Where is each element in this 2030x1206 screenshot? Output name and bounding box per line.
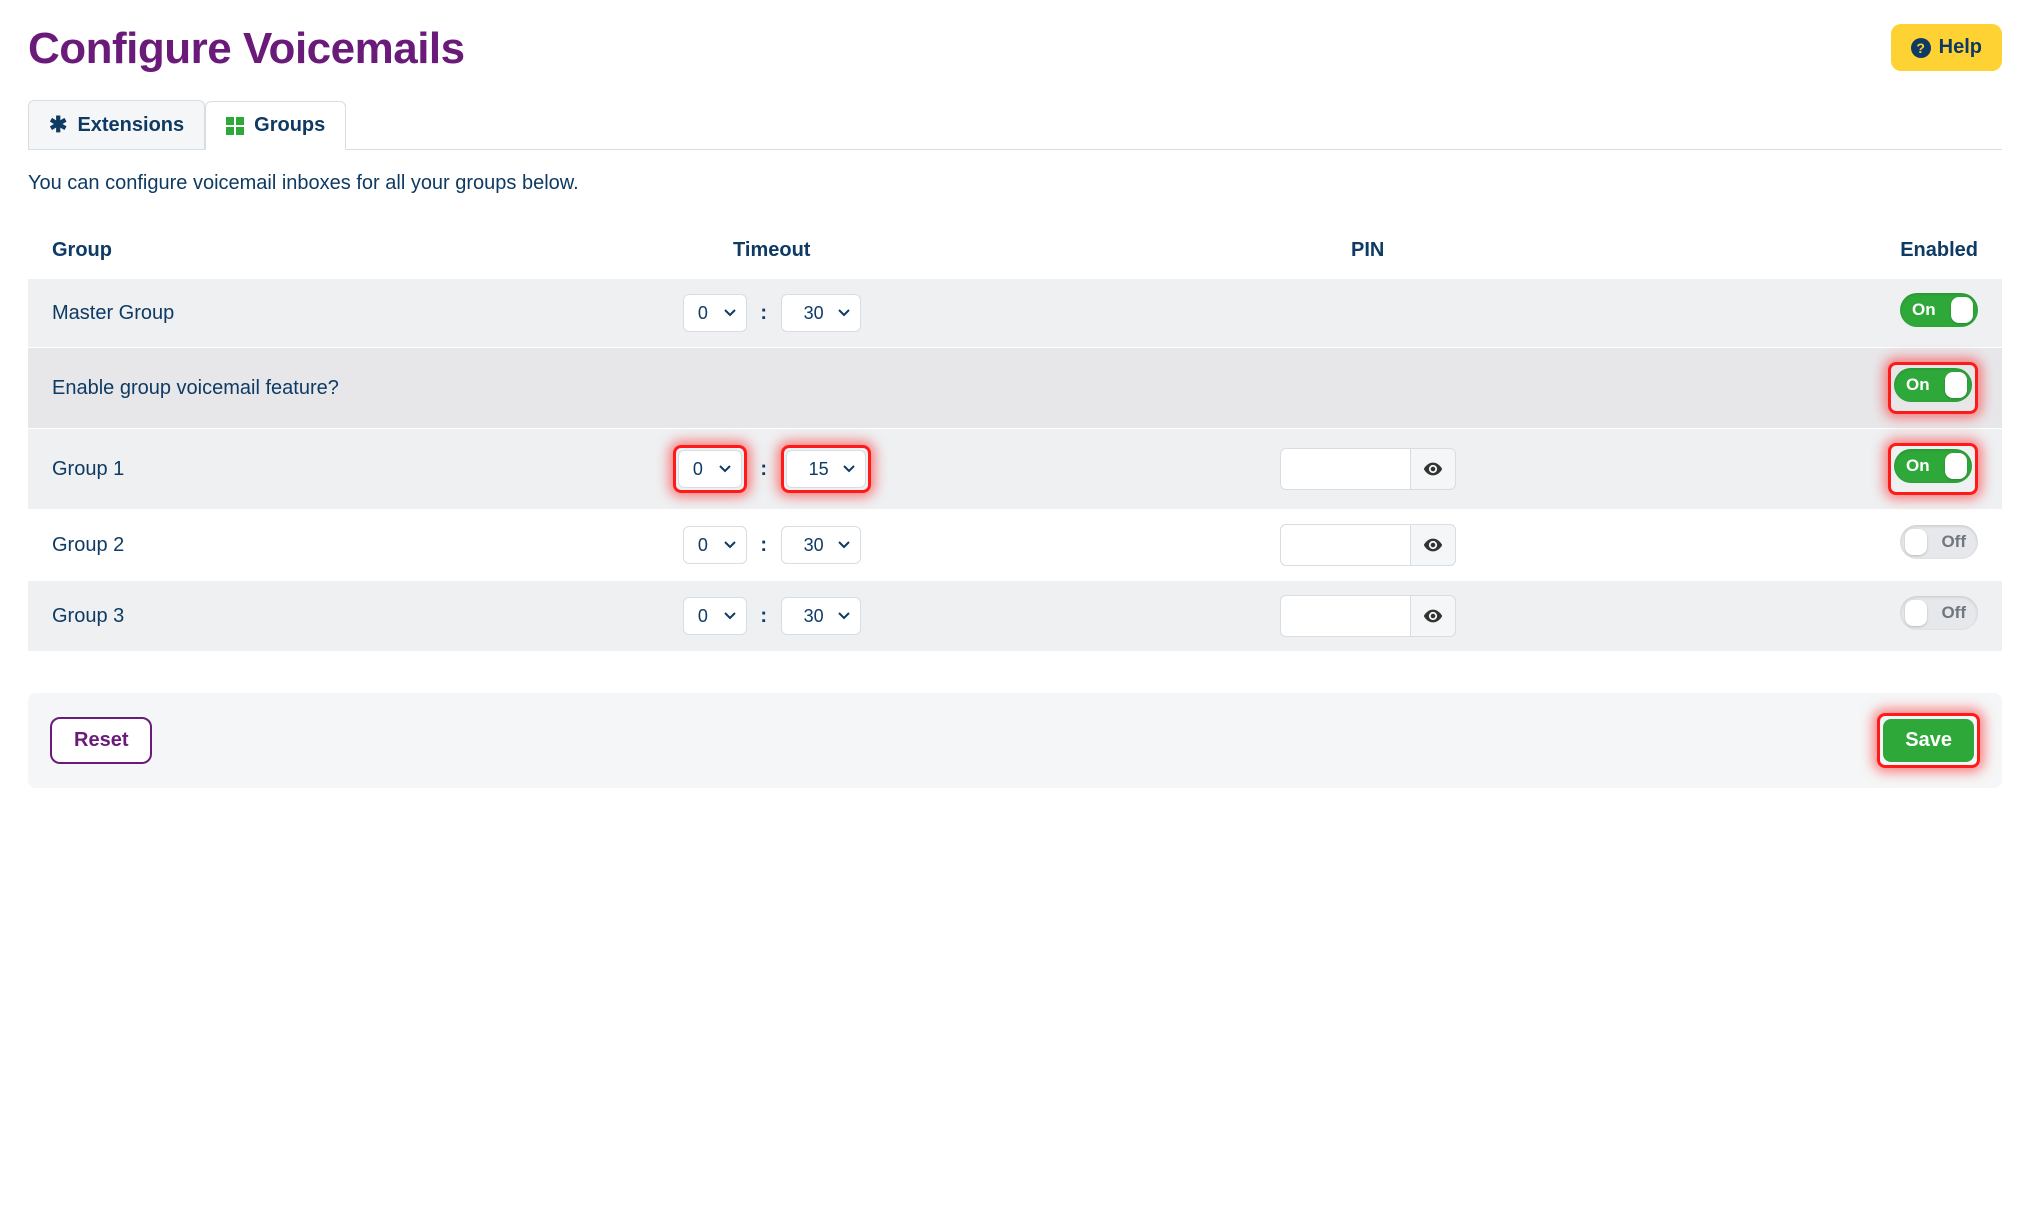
group3-timeout-sec[interactable]: 30 [781, 597, 861, 635]
row-feature: Enable group voicemail feature? On [28, 348, 2002, 429]
group2-timeout-min[interactable]: 0 [683, 526, 747, 564]
group3-pin-wrap [1280, 595, 1456, 637]
row-group-2: Group 2 0 : 30 Off [28, 510, 2002, 581]
group2-timeout-sec[interactable]: 30 [781, 526, 861, 564]
highlight-save: Save [1877, 713, 1980, 768]
eye-icon [1422, 605, 1444, 627]
row-feature-label: Enable group voicemail feature? [28, 348, 1652, 429]
highlight-group1-toggle: On [1888, 443, 1978, 495]
feature-enabled-toggle[interactable]: On [1894, 368, 1972, 402]
group3-enabled-toggle[interactable]: Off [1900, 596, 1978, 630]
toggle-label: Off [1941, 603, 1966, 623]
toggle-label: On [1912, 300, 1936, 320]
eye-icon [1422, 458, 1444, 480]
row-group-1-name: Group 1 [28, 429, 460, 510]
help-label: Help [1939, 36, 1982, 59]
group1-enabled-toggle[interactable]: On [1894, 449, 1972, 483]
group3-pin-input[interactable] [1280, 595, 1410, 637]
row-group-1: Group 1 0 : 15 [28, 429, 2002, 510]
group2-pin-reveal[interactable] [1410, 524, 1456, 566]
help-button[interactable]: ? Help [1891, 24, 2002, 71]
tabs: ✱ Extensions Groups [28, 100, 2002, 150]
group1-pin-reveal[interactable] [1410, 448, 1456, 490]
highlight-feature-toggle: On [1888, 362, 1978, 414]
row-group-2-name: Group 2 [28, 510, 460, 581]
reset-button[interactable]: Reset [50, 717, 152, 764]
eye-icon [1422, 534, 1444, 556]
group1-pin-input[interactable] [1280, 448, 1410, 490]
group3-pin-reveal[interactable] [1410, 595, 1456, 637]
colon: : [752, 302, 775, 324]
toggle-knob [1945, 372, 1967, 398]
row-group-3-name: Group 3 [28, 581, 460, 652]
row-group-3: Group 3 0 : 30 Off [28, 581, 2002, 652]
column-header-pin: PIN [1084, 223, 1652, 279]
colon: : [752, 534, 775, 556]
toggle-label: Off [1941, 532, 1966, 552]
footer-bar: Reset Save [28, 693, 2002, 788]
group1-timeout-sec[interactable]: 15 [786, 450, 866, 488]
tab-extensions-label: Extensions [77, 114, 184, 137]
tab-groups[interactable]: Groups [205, 101, 346, 150]
help-icon: ? [1911, 38, 1931, 58]
colon: : [752, 458, 775, 480]
row-master-name: Master Group [28, 279, 460, 348]
asterisk-icon: ✱ [49, 114, 67, 136]
grid-icon [226, 117, 244, 135]
tab-extensions[interactable]: ✱ Extensions [28, 100, 205, 149]
highlight-group1-min: 0 [673, 445, 747, 493]
row-master-group: Master Group 0 : 30 On [28, 279, 2002, 348]
toggle-knob [1905, 600, 1927, 626]
page-title: Configure Voicemails [28, 24, 465, 74]
group2-pin-wrap [1280, 524, 1456, 566]
group1-timeout-min[interactable]: 0 [678, 450, 742, 488]
group1-pin-wrap [1280, 448, 1456, 490]
save-button[interactable]: Save [1883, 719, 1974, 762]
group2-pin-input[interactable] [1280, 524, 1410, 566]
toggle-label: On [1906, 456, 1930, 476]
toggle-knob [1905, 529, 1927, 555]
master-enabled-toggle[interactable]: On [1900, 293, 1978, 327]
toggle-knob [1951, 297, 1973, 323]
column-header-timeout: Timeout [460, 223, 1084, 279]
colon: : [752, 605, 775, 627]
highlight-group1-sec: 15 [781, 445, 871, 493]
intro-text: You can configure voicemail inboxes for … [28, 172, 2002, 195]
master-timeout-sec[interactable]: 30 [781, 294, 861, 332]
voicemail-table: Group Timeout PIN Enabled Master Group 0… [28, 223, 2002, 651]
toggle-knob [1945, 453, 1967, 479]
toggle-label: On [1906, 375, 1930, 395]
column-header-group: Group [28, 223, 460, 279]
tab-groups-label: Groups [254, 114, 325, 137]
group2-enabled-toggle[interactable]: Off [1900, 525, 1978, 559]
master-timeout-min[interactable]: 0 [683, 294, 747, 332]
column-header-enabled: Enabled [1652, 223, 2002, 279]
group3-timeout-min[interactable]: 0 [683, 597, 747, 635]
